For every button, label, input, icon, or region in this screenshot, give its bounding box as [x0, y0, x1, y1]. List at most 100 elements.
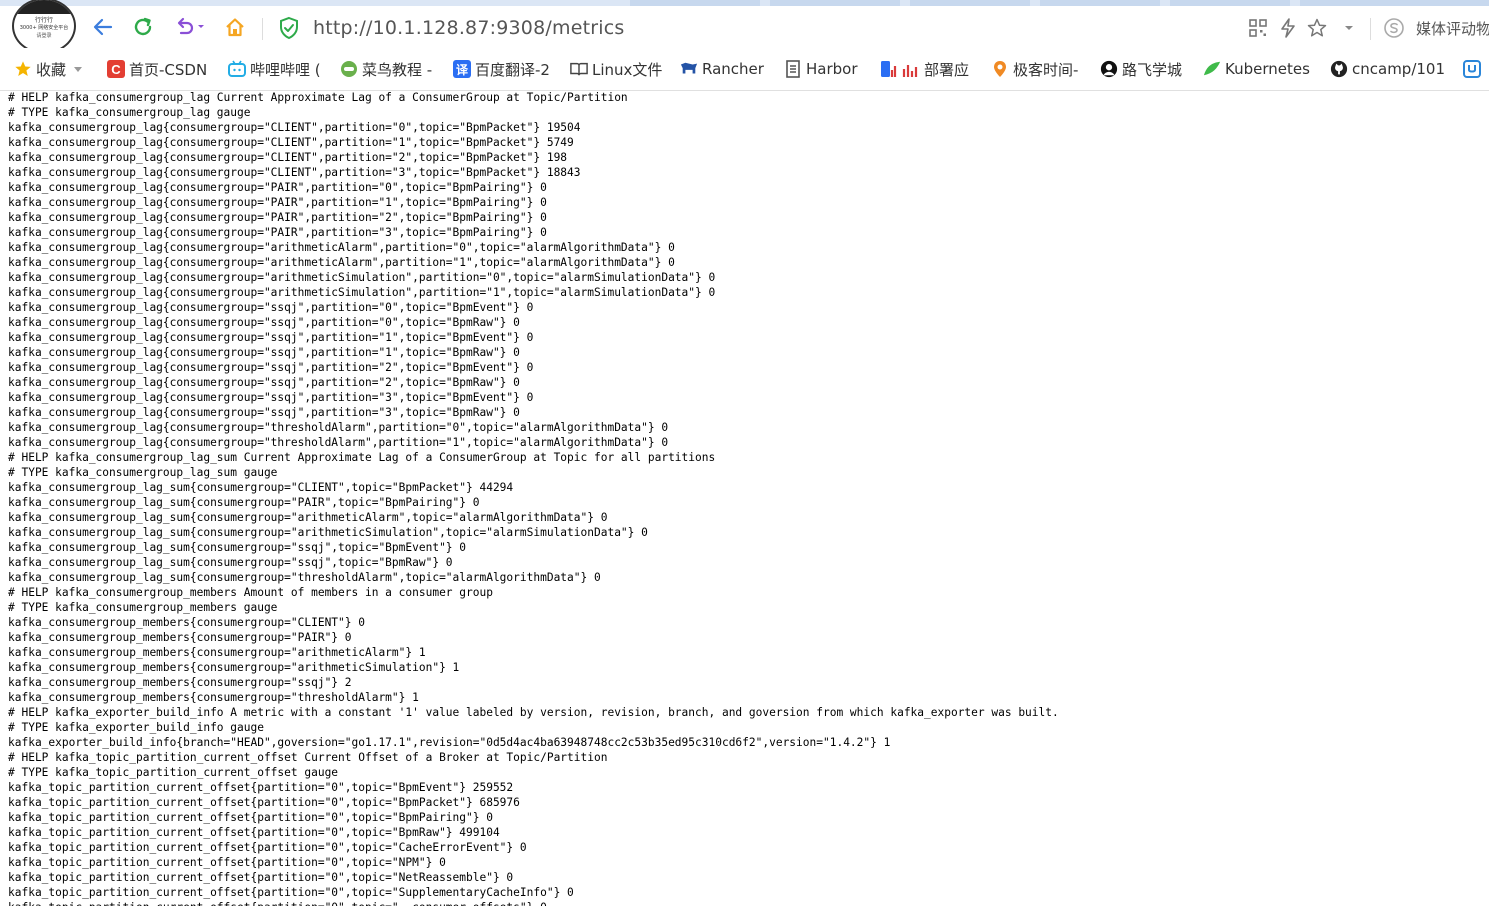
metric-line: # TYPE kafka_consumergroup_lag_sum gauge — [8, 466, 278, 479]
refresh-icon — [134, 17, 152, 36]
search-engine-button[interactable] — [1382, 16, 1406, 40]
undo-close-tab-button[interactable] — [170, 14, 210, 40]
menu-dropdown-button[interactable] — [1337, 16, 1361, 40]
metric-line: kafka_consumergroup_lag{consumergroup="t… — [8, 436, 669, 449]
metric-line: # HELP kafka_consumergroup_lag Current A… — [8, 91, 628, 104]
metric-line: kafka_consumergroup_members{consumergrou… — [8, 691, 419, 704]
address-bar-url[interactable]: http://10.1.128.87:9308/metrics — [313, 15, 624, 41]
metric-line: kafka_consumergroup_lag{consumergroup="P… — [8, 226, 547, 239]
logo-line-2: 3000+ 网络安全平台 — [19, 25, 69, 31]
metric-line: kafka_consumergroup_members{consumergrou… — [8, 631, 352, 644]
metric-line: kafka_consumergroup_lag{consumergroup="P… — [8, 181, 547, 194]
metric-line: kafka_consumergroup_lag_sum{consumergrou… — [8, 556, 453, 569]
metric-line: kafka_consumergroup_lag{consumergroup="C… — [8, 151, 568, 164]
bookmark-bilibili[interactable]: 哔哩哔哩 ( — [228, 48, 321, 90]
metric-line: kafka_exporter_build_info{branch="HEAD",… — [8, 736, 891, 749]
bookmark-baidu-translate[interactable]: 译 百度翻译-2 — [453, 48, 550, 90]
qr-code-button[interactable] — [1246, 16, 1270, 40]
metric-line: kafka_consumergroup_lag{consumergroup="s… — [8, 406, 520, 419]
rancher-icon — [680, 60, 698, 78]
search-engine-icon — [1384, 18, 1404, 38]
bookmark-deploy[interactable]: 部署应 — [880, 48, 969, 90]
star-icon — [1307, 18, 1327, 37]
bookmark-harbor[interactable]: Harbor — [784, 48, 858, 90]
bookmark-kubernetes[interactable]: Kubernetes — [1203, 48, 1310, 90]
metric-line: # HELP kafka_consumergroup_lag_sum Curre… — [8, 451, 716, 464]
metric-line: kafka_consumergroup_lag{consumergroup="a… — [8, 241, 675, 254]
bookmark-label: Kubernetes — [1225, 60, 1310, 78]
metric-line: # HELP kafka_exporter_build_info A metri… — [8, 706, 1059, 719]
svg-text:C: C — [111, 62, 121, 77]
qr-code-icon — [1249, 19, 1267, 37]
bookmark-label: 收藏 — [36, 60, 67, 79]
csdn-icon: C — [107, 60, 125, 78]
bookmark-label: Rancher — [702, 60, 764, 78]
arrow-left-icon — [93, 18, 113, 36]
metric-line: kafka_consumergroup_lag_sum{consumergrou… — [8, 541, 467, 554]
bookmark-favorites[interactable]: 收藏 — [14, 48, 83, 90]
chevron-down-icon — [198, 25, 204, 28]
bookmark-label: Harbor — [806, 60, 858, 78]
metric-line: kafka_consumergroup_lag{consumergroup="s… — [8, 331, 534, 344]
metric-line: kafka_consumergroup_members{consumergrou… — [8, 661, 460, 674]
bookmark-label: 路飞学城 — [1122, 60, 1183, 79]
metric-line: kafka_topic_partition_current_offset{par… — [8, 796, 520, 809]
metric-line: kafka_consumergroup_lag{consumergroup="P… — [8, 211, 547, 224]
metric-line: kafka_consumergroup_lag_sum{consumergrou… — [8, 481, 514, 494]
refresh-button[interactable] — [130, 14, 156, 40]
document-icon — [784, 60, 802, 78]
bookmark-linux-file[interactable]: Linux文件 — [570, 48, 662, 90]
metric-line: kafka_consumergroup_lag{consumergroup="a… — [8, 271, 716, 284]
bookmark-csdn[interactable]: C 首页-CSDN — [107, 48, 207, 90]
metric-line: kafka_topic_partition_current_offset{par… — [8, 886, 574, 899]
bookmarks-bar: 收藏 C 首页-CSDN 哔哩哔哩 ( 菜鸟教程 - 译 百度翻译-2 Linu… — [0, 48, 1489, 91]
metric-line: kafka_consumergroup_members{consumergrou… — [8, 676, 352, 689]
bookmark-runoob[interactable]: 菜鸟教程 - — [340, 48, 432, 90]
metric-line: kafka_topic_partition_current_offset{par… — [8, 841, 527, 854]
bookmark-label: 哔哩哔哩 ( — [250, 60, 321, 79]
bookmark-label: 菜鸟教程 - — [362, 60, 433, 79]
bookmark-cncamp[interactable]: cncamp/101 — [1330, 48, 1445, 90]
bookmark-app[interactable] — [1463, 48, 1485, 90]
bookmark-geektime[interactable]: 极客时间- — [991, 48, 1078, 90]
metric-line: kafka_consumergroup_lag{consumergroup="C… — [8, 136, 574, 149]
bookmark-label: Linux文件 — [592, 60, 663, 79]
logo-line-1: 行行行 — [34, 17, 53, 24]
navigation-bar: 行行行 3000+ 网络安全平台 请登录 http://10.1.128.87:… — [0, 0, 1489, 54]
metric-line: kafka_consumergroup_lag{consumergroup="s… — [8, 361, 534, 374]
metric-line: kafka_consumergroup_lag{consumergroup="s… — [8, 391, 534, 404]
search-input[interactable]: 媒体评动物 — [1416, 18, 1489, 39]
bookmark-label: 首页-CSDN — [129, 60, 208, 79]
star-icon — [14, 60, 32, 78]
speed-mode-button[interactable] — [1276, 16, 1300, 40]
baidu-translate-icon: 译 — [453, 60, 471, 78]
github-icon — [1330, 60, 1348, 78]
metric-line: kafka_consumergroup_lag_sum{consumergrou… — [8, 496, 480, 509]
metric-line: kafka_consumergroup_lag{consumergroup="a… — [8, 256, 675, 269]
metric-line: kafka_consumergroup_lag{consumergroup="s… — [8, 316, 520, 329]
chevron-down-icon — [74, 66, 83, 72]
favorite-button[interactable] — [1305, 16, 1329, 40]
metric-line: kafka_consumergroup_lag{consumergroup="P… — [8, 196, 547, 209]
metrics-text: # HELP kafka_consumergroup_lag Current A… — [8, 90, 1489, 906]
profile-logo[interactable]: 行行行 3000+ 网络安全平台 请登录 — [12, 0, 76, 54]
metric-line: kafka_consumergroup_members{consumergrou… — [8, 646, 426, 659]
back-button[interactable] — [90, 14, 116, 40]
toolbar-separator — [1370, 18, 1371, 40]
bookmark-label: 部署应 — [924, 60, 970, 79]
metric-line: kafka_consumergroup_lag{consumergroup="s… — [8, 346, 520, 359]
logo-banner — [14, 0, 74, 14]
home-button[interactable] — [222, 14, 248, 40]
metric-line: # TYPE kafka_consumergroup_lag gauge — [8, 106, 251, 119]
metric-line: # TYPE kafka_exporter_build_info gauge — [8, 721, 264, 734]
svg-text:译: 译 — [456, 63, 469, 77]
bookmark-luffy[interactable]: 路飞学城 — [1100, 48, 1182, 90]
bookmark-rancher[interactable]: Rancher — [680, 48, 764, 90]
metric-line: kafka_consumergroup_lag{consumergroup="s… — [8, 301, 534, 314]
shield-check-icon[interactable] — [278, 16, 300, 40]
bookmark-label: cncamp/101 — [1352, 60, 1446, 78]
metric-line: kafka_consumergroup_lag_sum{consumergrou… — [8, 511, 608, 524]
bilibili-icon — [228, 60, 246, 78]
chevron-down-icon — [1345, 26, 1353, 30]
chart-icon — [902, 60, 920, 78]
